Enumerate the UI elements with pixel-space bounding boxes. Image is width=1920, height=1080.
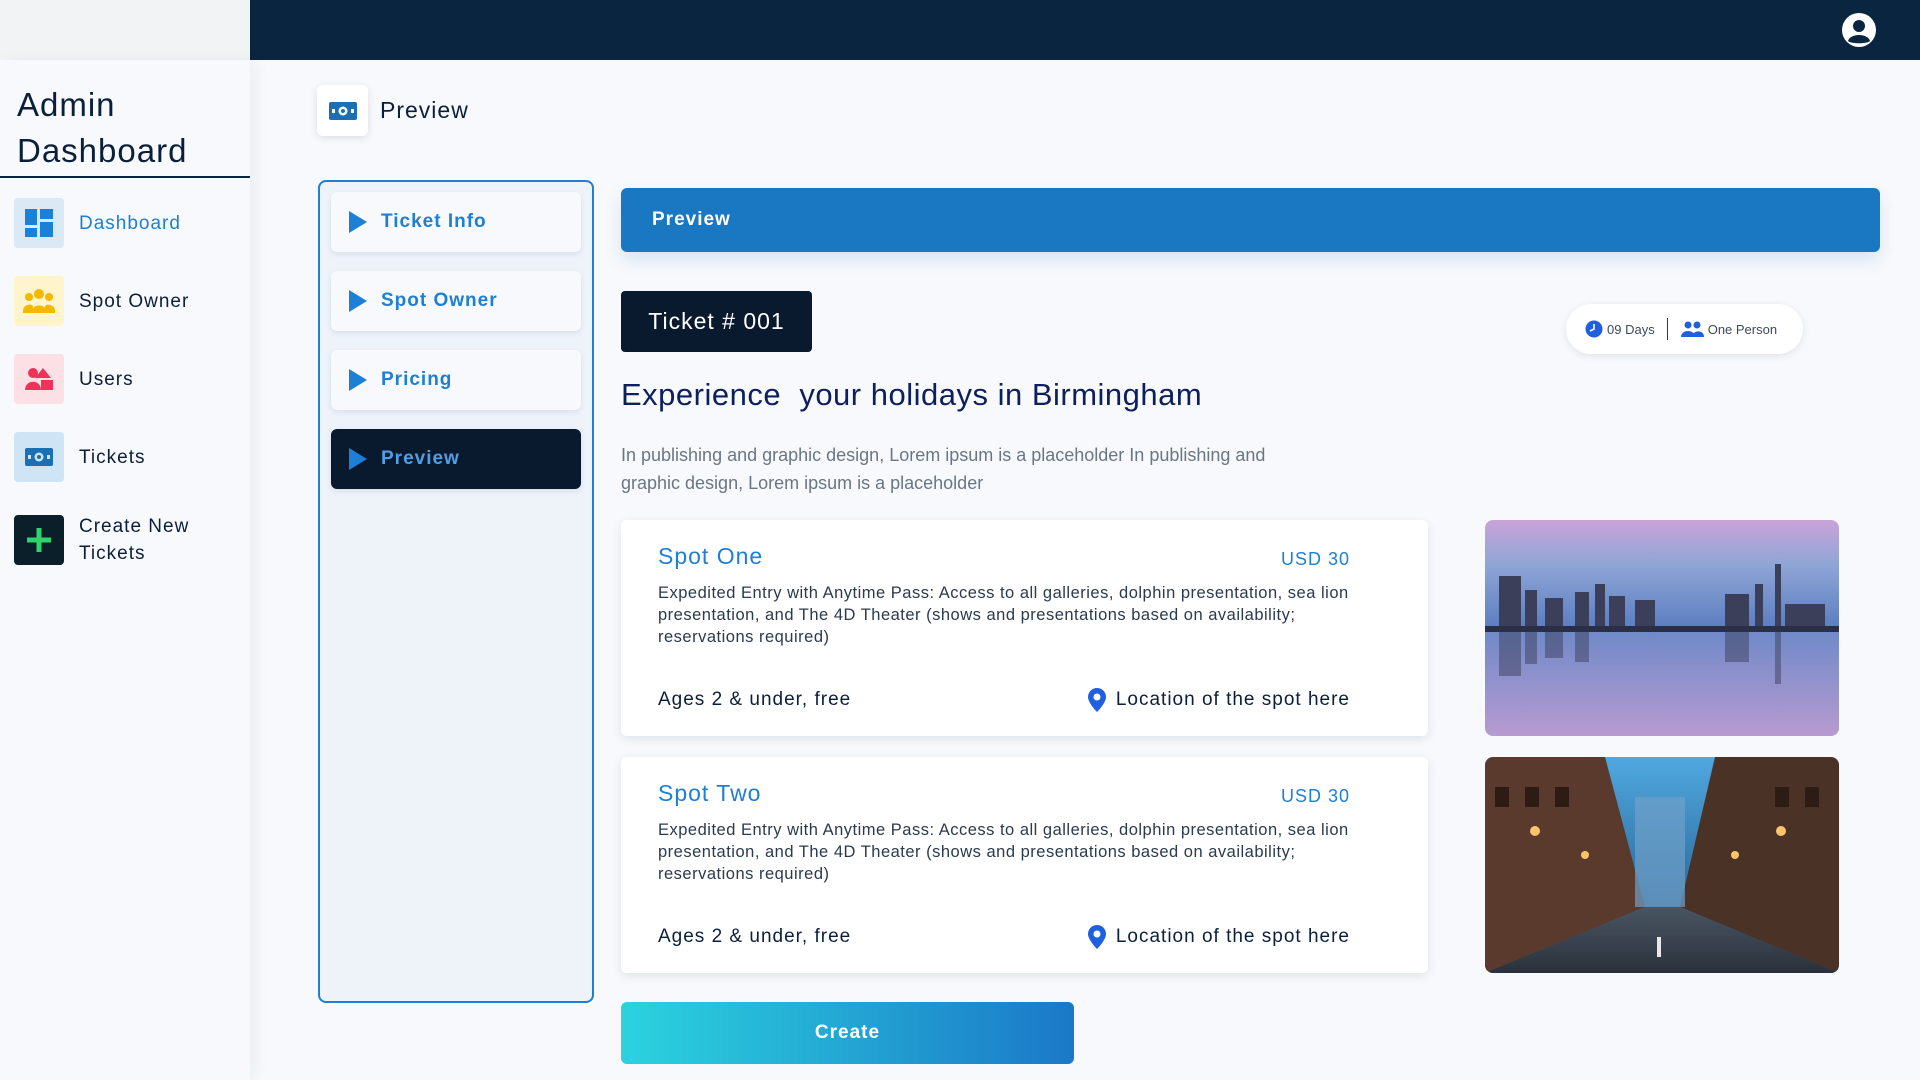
sidebar-item-label: Dashboard [79, 212, 181, 234]
spot-location: Location of the spot here [1087, 688, 1350, 712]
duration-text: 09 Days [1607, 321, 1655, 337]
sidebar-item-create-new-tickets[interactable]: Create New Tickets [0, 496, 250, 584]
step-ticket-info[interactable]: Ticket Info [331, 192, 581, 252]
spot-price: USD 30 [1280, 785, 1350, 806]
spot-card: Spot Two USD 30 Expedited Entry with Any… [621, 757, 1428, 973]
persons-meta: One Person [1680, 321, 1777, 337]
sidebar: Admin Dashboard Dashboard Spot Owner Use… [0, 60, 250, 1080]
people-icon [1680, 321, 1704, 337]
step-pricing[interactable]: Pricing [331, 350, 581, 410]
users-icon [14, 354, 64, 404]
preview-banner: Preview [621, 188, 1880, 252]
page-title: Preview [380, 97, 469, 123]
create-button[interactable]: Create [621, 1002, 1074, 1064]
meta-divider [1666, 318, 1668, 340]
sidebar-nav: Dashboard Spot Owner Users Tickets Creat… [0, 184, 250, 584]
sidebar-item-label: Spot Owner [79, 290, 190, 312]
spot-card: Spot One USD 30 Expedited Entry with Any… [621, 520, 1428, 736]
location-pin-icon [1087, 925, 1106, 949]
brand-title: Admin Dashboard [0, 60, 250, 178]
step-preview[interactable]: Preview [331, 429, 581, 489]
step-label: Preview [381, 448, 460, 469]
spot-description: Expedited Entry with Anytime Pass: Acces… [658, 584, 1349, 646]
spot-price: USD 30 [1280, 548, 1350, 569]
spot-description: Expedited Entry with Anytime Pass: Acces… [658, 821, 1349, 883]
sidebar-item-users[interactable]: Users [0, 340, 250, 418]
step-label: Spot Owner [381, 290, 498, 311]
sidebar-item-tickets[interactable]: Tickets [0, 418, 250, 496]
play-triangle-icon [349, 290, 367, 312]
dashboard-grid-icon [14, 198, 64, 248]
sidebar-item-dashboard[interactable]: Dashboard [0, 184, 250, 262]
play-triangle-icon [349, 211, 367, 233]
clock-icon [1585, 320, 1603, 338]
step-label: Ticket Info [381, 211, 487, 232]
spot-location-text: Location of the spot here [1115, 689, 1350, 710]
spot-name: Spot One [658, 542, 764, 569]
ticket-icon [14, 432, 64, 482]
sidebar-item-spot-owner[interactable]: Spot Owner [0, 262, 250, 340]
play-triangle-icon [349, 369, 367, 391]
sidebar-item-label-line-2: Tickets [79, 543, 146, 564]
ticket-number-badge: Ticket # 001 [621, 291, 812, 352]
spot-one-image [1485, 520, 1839, 736]
step-spot-owner[interactable]: Spot Owner [331, 271, 581, 331]
page-header: Preview [317, 85, 469, 136]
spot-location: Location of the spot here [1087, 925, 1350, 949]
ticket-headline: Experience your holidays in Birmingham [621, 377, 1203, 412]
step-label: Pricing [381, 369, 453, 390]
sidebar-item-label-line-1: Create New [79, 516, 190, 537]
ticket-meta-pill: 09 Days One Person [1566, 304, 1803, 354]
spot-two-image [1485, 757, 1839, 973]
brand-line-2: Dashboard [17, 132, 188, 169]
ticket-icon [317, 85, 368, 136]
spot-name: Spot Two [658, 779, 762, 806]
brand-line-1: Admin [17, 86, 116, 123]
sidebar-item-label: Create New Tickets [79, 513, 189, 567]
sidebar-item-label: Users [79, 368, 134, 390]
duration-meta: 09 Days [1585, 320, 1655, 338]
topbar-left-blank [0, 0, 250, 60]
spot-ages: Ages 2 & under, free [658, 926, 852, 947]
spot-location-text: Location of the spot here [1115, 926, 1350, 947]
persons-text: One Person [1707, 321, 1778, 337]
plus-icon [14, 515, 64, 565]
play-triangle-icon [349, 448, 367, 470]
location-pin-icon [1087, 688, 1106, 712]
account-circle-icon[interactable] [1840, 11, 1878, 49]
steps-panel: Ticket Info Spot Owner Pricing Preview [318, 180, 594, 1003]
city-street-image [1485, 757, 1839, 973]
sidebar-item-label: Tickets [79, 446, 146, 468]
ticket-description: In publishing and graphic design, Lorem … [621, 445, 1266, 493]
top-bar [250, 0, 1920, 60]
spot-ages: Ages 2 & under, free [658, 689, 852, 710]
group-icon [14, 276, 64, 326]
city-skyline-image [1485, 520, 1839, 736]
